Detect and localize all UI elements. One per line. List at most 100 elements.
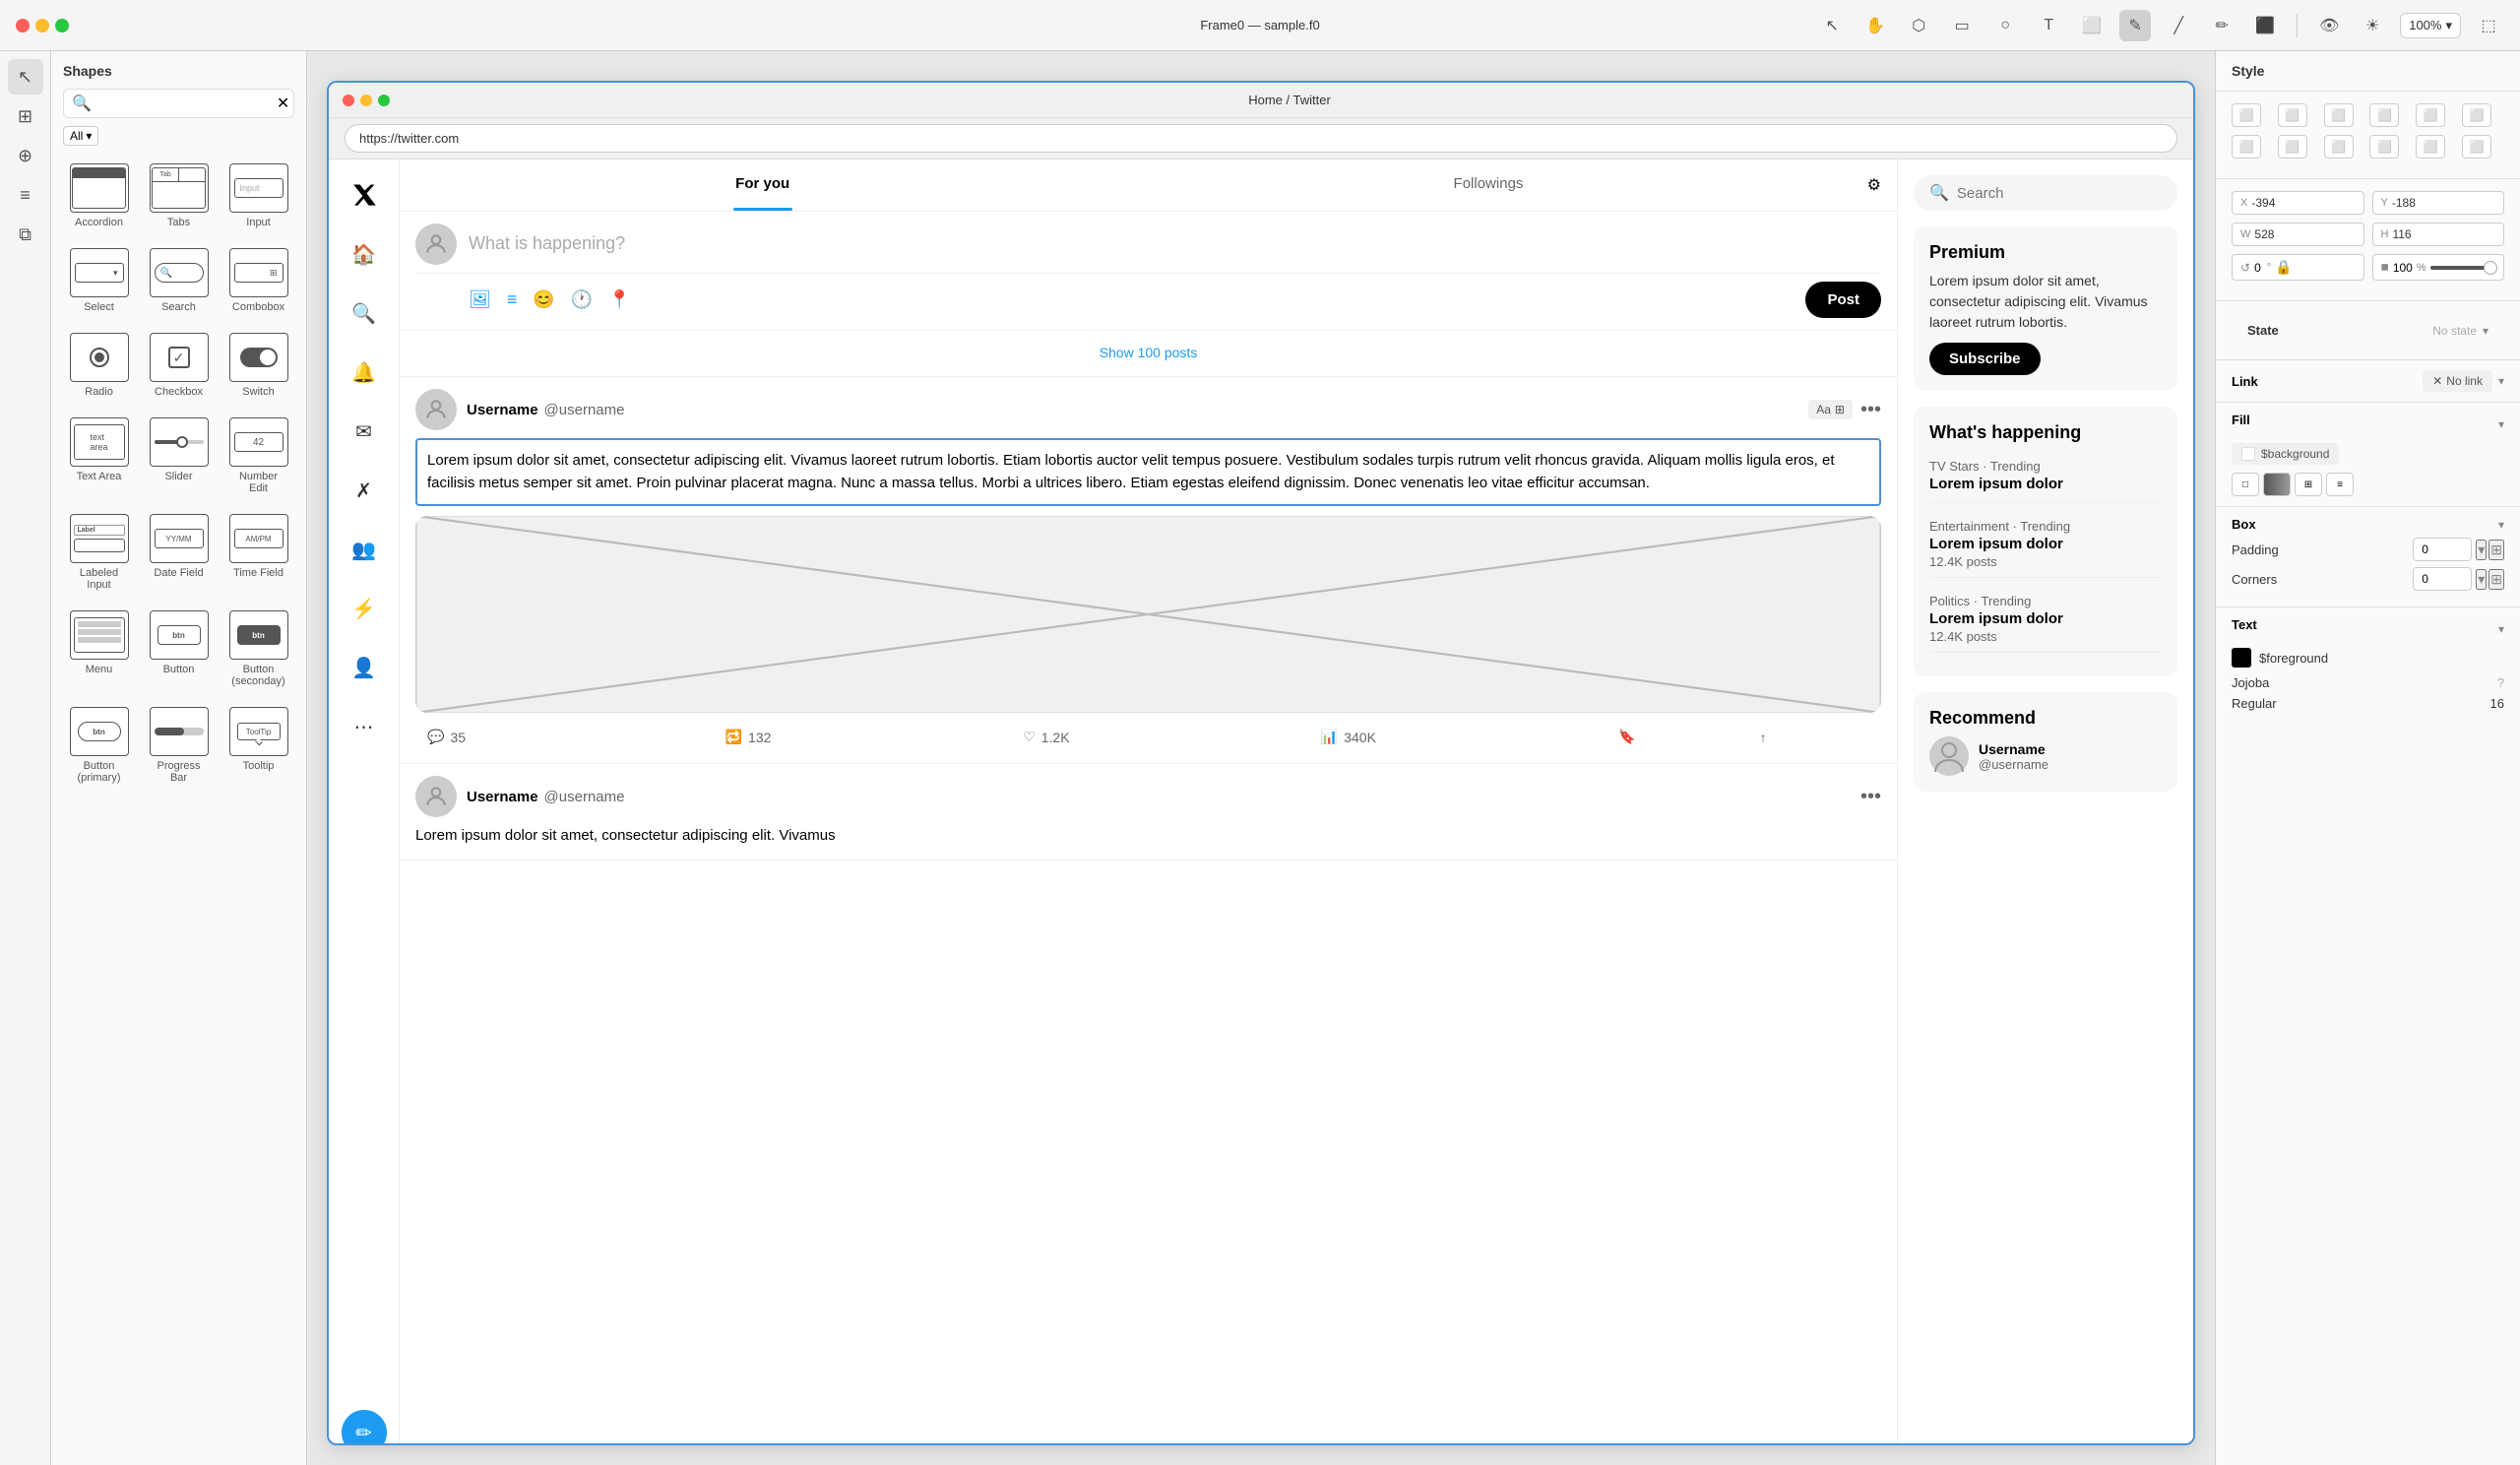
font-size[interactable]: 16 <box>2490 696 2504 711</box>
compose-location-icon[interactable]: 📍 <box>608 289 630 310</box>
image-tool[interactable]: ⬜ <box>2076 10 2108 41</box>
font-name[interactable]: Jojoba <box>2232 675 2269 690</box>
shape-item-select[interactable]: ▾ Select <box>63 242 135 319</box>
hand-tool[interactable]: ✋ <box>1859 10 1891 41</box>
shape-item-accordion[interactable]: Accordion <box>63 158 135 234</box>
compose-input[interactable]: What is happening? <box>469 223 1881 264</box>
pencil-tool[interactable]: ✏ <box>2206 10 2237 41</box>
padding-input[interactable] <box>2413 538 2472 561</box>
arrange-button[interactable]: ⬜ <box>2324 135 2354 159</box>
shape-item-tooltip[interactable]: ToolTip Tooltip <box>222 701 294 790</box>
y-field[interactable]: Y -188 <box>2372 191 2505 215</box>
shape-item-button-secondary[interactable]: btn Button (seconday) <box>222 605 294 693</box>
zoom-control[interactable]: 100% ▾ <box>2400 13 2461 38</box>
shape-item-textarea[interactable]: textarea Text Area <box>63 412 135 500</box>
corners-expand-button[interactable]: ⊞ <box>2488 569 2504 590</box>
distribute-v-button[interactable]: ⬜ <box>2278 135 2307 159</box>
trending-topic-2[interactable]: Lorem ipsum dolor <box>1929 536 2162 552</box>
shape-item-search[interactable]: 🔍 Search <box>143 242 215 319</box>
text-tool[interactable]: T <box>2033 10 2064 41</box>
shape-item-progressbar[interactable]: Progress Bar <box>143 701 215 790</box>
browser-minimize[interactable] <box>360 95 372 106</box>
twitter-search-nav-icon[interactable]: 🔍 <box>345 293 384 333</box>
shapes-search-clear-icon[interactable]: ✕ <box>277 94 289 113</box>
shape-item-checkbox[interactable]: ✓ Checkbox <box>143 327 215 404</box>
compose-image-icon[interactable]: 🖼 <box>469 289 491 310</box>
tweet-retweet-button[interactable]: 🔁 132 <box>714 723 1012 751</box>
rectangle-tool[interactable]: ▭ <box>1946 10 1978 41</box>
h-field[interactable]: H 116 <box>2372 223 2505 246</box>
tweet-username-2[interactable]: Username <box>467 789 538 805</box>
twitter-profile-icon[interactable]: 👤 <box>345 648 384 687</box>
twitter-home-icon[interactable]: 🏠 <box>345 234 384 274</box>
shape-item-input[interactable]: Input Input <box>222 158 294 234</box>
fill-solid-button[interactable]: □ <box>2232 473 2259 496</box>
ellipse-tool[interactable]: ○ <box>1989 10 2021 41</box>
fill-pattern-button[interactable]: ≡ <box>2326 473 2354 496</box>
align-right-button[interactable]: ⬜ <box>2324 103 2354 127</box>
filter-all-button[interactable]: All ▾ <box>63 126 98 146</box>
twitter-more-icon[interactable]: ⋯ <box>345 707 384 746</box>
twitter-search-box[interactable]: 🔍 <box>1914 175 2177 211</box>
twitter-search-input[interactable] <box>1957 185 2162 202</box>
twitter-logo[interactable] <box>345 175 384 215</box>
shape-item-numberedit[interactable]: 42 Number Edit <box>222 412 294 500</box>
trending-topic-3[interactable]: Lorem ipsum dolor <box>1929 610 2162 627</box>
align-left-button[interactable]: ⬜ <box>2232 103 2261 127</box>
browser-maximize[interactable] <box>378 95 390 106</box>
shape-item-button-primary[interactable]: btn Button (primary) <box>63 701 135 790</box>
twitter-community-icon[interactable]: 👥 <box>345 530 384 569</box>
twitter-compose-button[interactable]: ✏ <box>342 1410 387 1445</box>
post-button[interactable]: Post <box>1805 282 1881 318</box>
twitter-messages-icon[interactable]: ✉ <box>345 412 384 451</box>
twitter-tab-followings[interactable]: Followings <box>1125 159 1851 211</box>
align-center-v-button[interactable]: ⬜ <box>2416 103 2445 127</box>
compose-list-icon[interactable]: ≡ <box>507 289 518 310</box>
group-button[interactable]: ⬜ <box>2369 135 2399 159</box>
rotation-field[interactable]: ↺ 0 ° 🔒 <box>2232 254 2364 281</box>
shapes-search-input[interactable] <box>97 96 271 111</box>
sidebar-pages-icon[interactable]: ⧉ <box>8 217 43 252</box>
state-row[interactable]: State No state ▾ <box>2232 313 2504 348</box>
align-top-button[interactable]: ⬜ <box>2369 103 2399 127</box>
twitter-flash-icon[interactable]: ⚡ <box>345 589 384 628</box>
sidebar-toggle[interactable]: ⬚ <box>2473 10 2504 41</box>
shape-item-switch[interactable]: Switch <box>222 327 294 404</box>
sidebar-assets-icon[interactable]: ≡ <box>8 177 43 213</box>
tweet-more-2[interactable]: ••• <box>1860 786 1881 808</box>
tweet-more-1[interactable]: ••• <box>1860 399 1881 421</box>
shape-item-combobox[interactable]: ⊞ Combobox <box>222 242 294 319</box>
twitter-bookmarks-icon[interactable]: ✗ <box>345 471 384 510</box>
minimize-button[interactable] <box>35 19 49 32</box>
corners-input[interactable] <box>2413 567 2472 591</box>
show-posts-link[interactable]: Show 100 posts <box>1100 345 1198 360</box>
compose-emoji-icon[interactable]: 😊 <box>533 289 554 310</box>
corners-dropdown-button[interactable]: ▾ <box>2476 569 2487 590</box>
subscribe-button[interactable]: Subscribe <box>1929 343 2041 375</box>
distribute-h-button[interactable]: ⬜ <box>2232 135 2261 159</box>
twitter-settings-button[interactable]: ⚙ <box>1852 159 1897 211</box>
shape-item-radio[interactable]: Radio <box>63 327 135 404</box>
tweet-share-button[interactable]: ↑ <box>1748 723 1881 751</box>
line-tool[interactable]: ╱ <box>2163 10 2194 41</box>
tweet-username-1[interactable]: Username <box>467 402 538 418</box>
hide-button[interactable]: ⬜ <box>2462 135 2491 159</box>
shape-item-labeledinput[interactable]: Label Labeled Input <box>63 508 135 597</box>
fill-gradient-button[interactable] <box>2263 473 2291 496</box>
tweet-bookmark-button[interactable]: 🔖 <box>1606 723 1739 751</box>
preview-button[interactable]: 👁 <box>2313 10 2345 41</box>
trending-topic-1[interactable]: Lorem ipsum dolor <box>1929 476 2162 492</box>
x-field[interactable]: X -394 <box>2232 191 2364 215</box>
padding-dropdown-button[interactable]: ▾ <box>2476 540 2487 560</box>
theme-button[interactable]: ☀ <box>2357 10 2388 41</box>
browser-close[interactable] <box>343 95 354 106</box>
shape-item-datefield[interactable]: YY/MM Date Field <box>143 508 215 597</box>
compose-schedule-icon[interactable]: 🕐 <box>571 289 593 310</box>
font-weight[interactable]: Regular <box>2232 696 2277 711</box>
tweet-analytics-button[interactable]: 📊 340K <box>1309 723 1607 751</box>
browser-url-bar[interactable]: https://twitter.com <box>345 124 2177 153</box>
align-center-h-button[interactable]: ⬜ <box>2278 103 2307 127</box>
close-button[interactable] <box>16 19 30 32</box>
twitter-notifications-icon[interactable]: 🔔 <box>345 352 384 392</box>
eraser-tool[interactable]: ⬡ <box>1903 10 1934 41</box>
